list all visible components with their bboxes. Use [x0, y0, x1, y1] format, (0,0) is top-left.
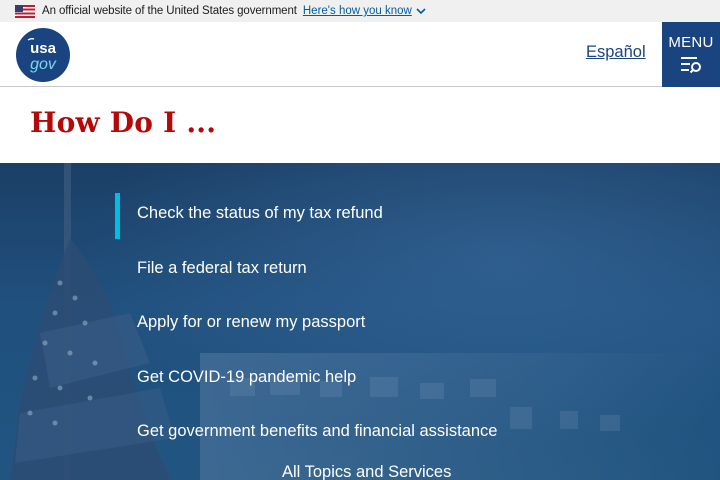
link-file-tax-return[interactable]: File a federal tax return: [137, 259, 307, 278]
link-tax-refund-status[interactable]: Check the status of my tax refund: [137, 204, 383, 223]
all-topics-link[interactable]: All Topics and Services: [282, 463, 451, 480]
usagov-logo-icon: usa gov: [27, 38, 57, 73]
link-covid-help[interactable]: Get COVID-19 pandemic help: [137, 368, 356, 387]
usagov-logo[interactable]: usa gov: [16, 28, 70, 82]
menu-label: MENU: [668, 34, 714, 51]
how-do-i-list: Check the status of my tax refund File a…: [0, 163, 720, 480]
espanol-link[interactable]: Español: [586, 43, 646, 62]
hero-section: Check the status of my tax refund File a…: [0, 163, 720, 480]
menu-button[interactable]: MENU: [662, 22, 720, 87]
official-website-text: An official website of the United States…: [42, 5, 297, 17]
heres-how-you-know-label: Here's how you know: [302, 5, 412, 17]
site-header: usa gov Español MENU: [0, 22, 720, 87]
logo-text-gov: gov: [30, 56, 57, 73]
official-gov-banner: An official website of the United States…: [0, 0, 720, 22]
page-title: How Do I ...: [30, 106, 217, 139]
us-flag-icon: [15, 4, 35, 18]
link-government-benefits[interactable]: Get government benefits and financial as…: [137, 422, 497, 441]
heres-how-you-know-link[interactable]: Here's how you know: [303, 5, 426, 17]
logo-text-usa: usa: [30, 40, 57, 57]
link-passport[interactable]: Apply for or renew my passport: [137, 313, 365, 332]
chevron-down-icon: [416, 7, 426, 14]
menu-search-icon: [681, 57, 701, 74]
title-band: How Do I ...: [0, 87, 720, 163]
active-item-indicator: [115, 193, 120, 239]
